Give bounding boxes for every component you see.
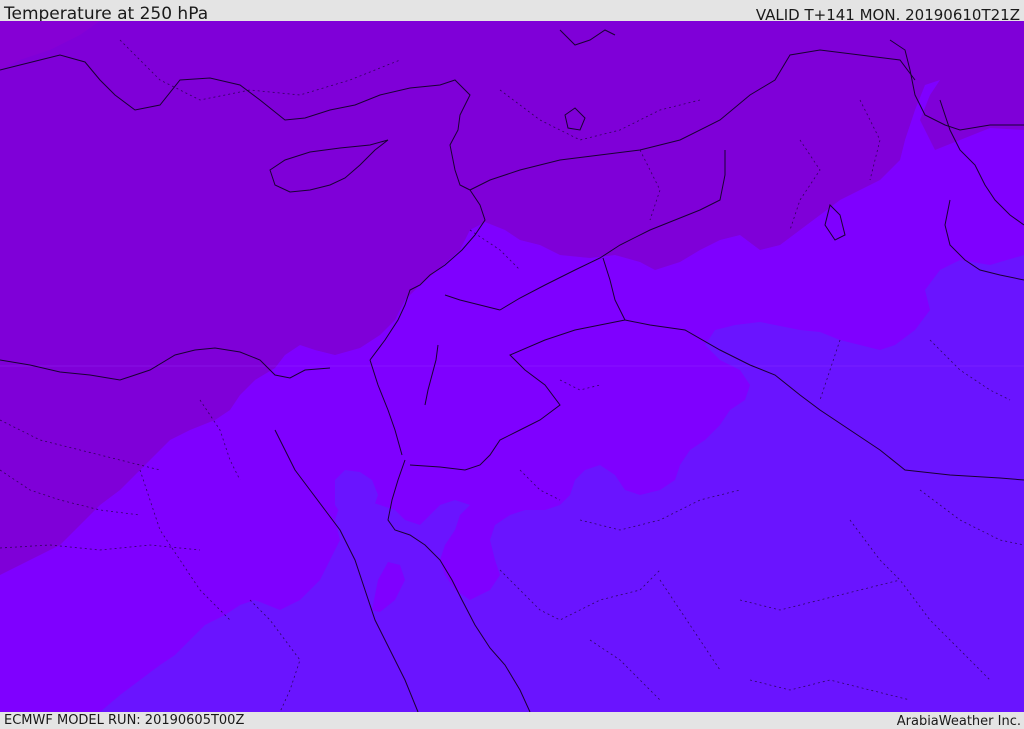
credit-label: ArabiaWeather Inc.	[896, 714, 1021, 729]
title-bar: Temperature at 250 hPa VALID T+141 MON. …	[0, 0, 1024, 24]
model-run-label: ECMWF MODEL RUN: 20190605T00Z	[4, 713, 245, 728]
temperature-map	[0, 21, 1024, 712]
map-canvas	[0, 21, 1024, 712]
weather-map-page: Temperature at 250 hPa VALID T+141 MON. …	[0, 0, 1024, 729]
